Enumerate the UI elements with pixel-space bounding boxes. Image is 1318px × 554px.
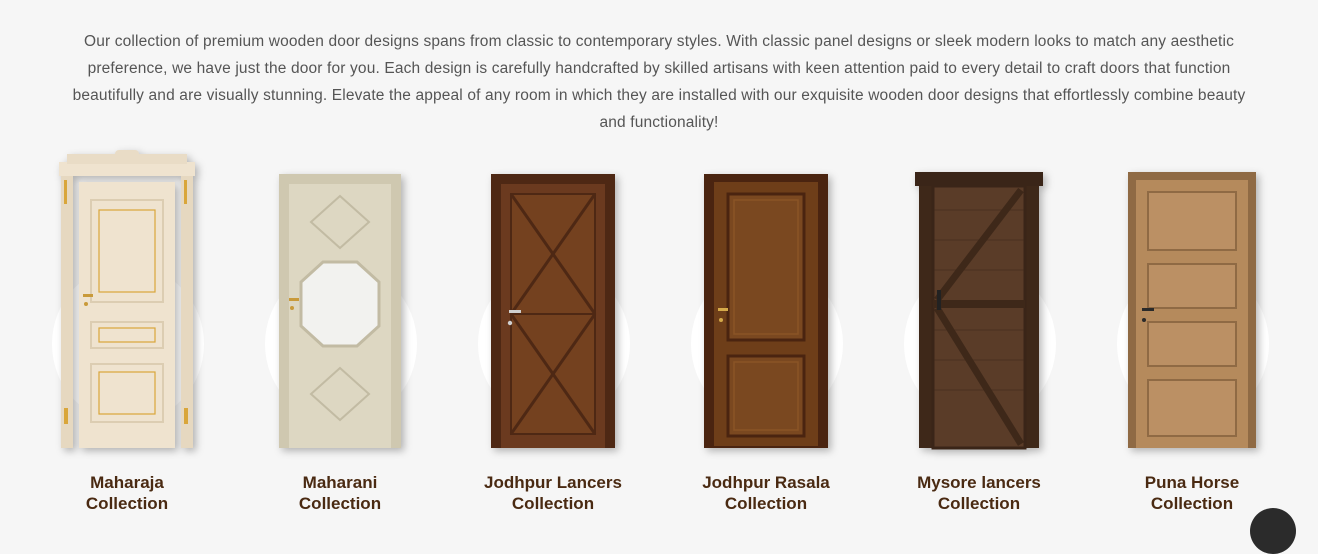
collection-title-maharaja[interactable]: Maharaja Collection xyxy=(20,472,234,514)
collection-title-jodhpur-rasala[interactable]: Jodhpur Rasala Collection xyxy=(659,472,873,514)
intro-paragraph: Our collection of premium wooden door de… xyxy=(72,32,1246,131)
mysore-lancers-door-image[interactable] xyxy=(915,150,1043,450)
jodhpur-lancers-door-image[interactable] xyxy=(491,150,615,450)
collection-card-maharaja[interactable]: Maharaja Collection xyxy=(20,150,234,513)
collection-title-jodhpur-lancers[interactable]: Jodhpur Lancers Collection xyxy=(446,472,660,514)
collection-title-maharani[interactable]: Maharani Collection xyxy=(233,472,447,514)
collection-title-mysore-lancers[interactable]: Mysore lancers Collection xyxy=(872,472,1086,514)
collection-card-puna-horse[interactable]: Puna Horse Collection xyxy=(1085,150,1299,513)
collection-card-jodhpur-lancers[interactable]: Jodhpur Lancers Collection xyxy=(446,150,660,513)
jodhpur-rasala-door-image[interactable] xyxy=(704,150,828,450)
chat-button[interactable] xyxy=(1250,508,1296,554)
collection-grid: Maharaja Collection Maharani Collection xyxy=(0,150,1318,513)
collection-card-maharani[interactable]: Maharani Collection xyxy=(233,150,447,513)
maharani-door-image[interactable] xyxy=(275,150,405,450)
collection-card-mysore-lancers[interactable]: Mysore lancers Collection xyxy=(872,150,1086,513)
collection-card-jodhpur-rasala[interactable]: Jodhpur Rasala Collection xyxy=(659,150,873,513)
puna-horse-door-image[interactable] xyxy=(1128,150,1256,450)
maharaja-door-image[interactable] xyxy=(57,150,197,450)
